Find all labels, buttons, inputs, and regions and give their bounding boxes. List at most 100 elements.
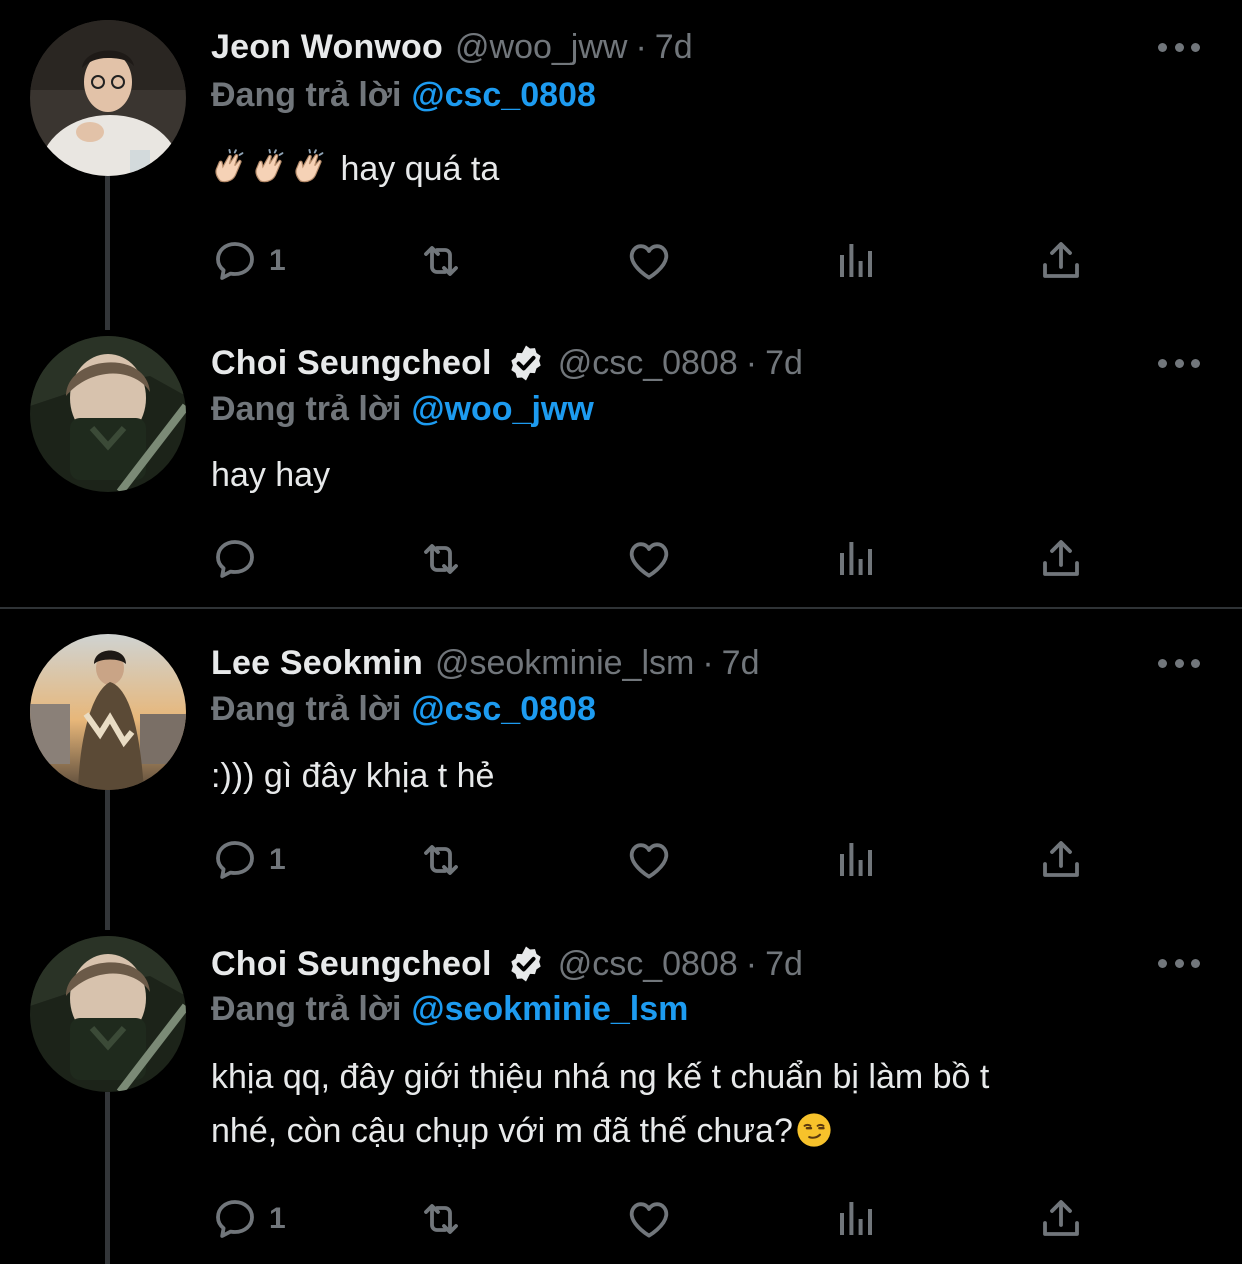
action-bar: 1 (211, 835, 1091, 885)
like-button[interactable] (625, 534, 673, 584)
tweet-header: Choi Seungcheol @csc_0808 · 7d (211, 338, 803, 388)
display-name[interactable]: Choi Seungcheol (211, 945, 492, 984)
like-button[interactable] (625, 835, 673, 885)
replying-to: Đang trả lời @csc_0808 (211, 690, 596, 729)
more-options-icon[interactable] (1158, 356, 1200, 370)
tweet-text: :))) gì đây khịa t hẻ (211, 751, 1171, 801)
user-handle[interactable]: @csc_0808 (558, 344, 738, 383)
display-name[interactable]: Lee Seokmin (211, 644, 423, 683)
verified-badge-icon (506, 944, 546, 984)
timestamp[interactable]: 7d (655, 28, 693, 67)
share-button[interactable] (1037, 534, 1085, 584)
avatar-seungcheol (30, 336, 186, 492)
separator: · (635, 27, 647, 66)
tweet-2[interactable]: Choi Seungcheol @csc_0808 · 7d Đang trả … (0, 330, 1242, 608)
views-icon (832, 237, 880, 285)
tweet-4[interactable]: Choi Seungcheol @csc_0808 · 7d Đang trả … (0, 930, 1242, 1264)
tweet-text: khịa qq, đây giới thiệu nhá ng kế t chuẩ… (211, 1050, 1171, 1158)
views-icon (832, 836, 880, 884)
heart-icon (625, 535, 673, 583)
replying-to: Đang trả lời @seokminie_lsm (211, 990, 688, 1029)
retweet-icon (417, 535, 465, 583)
tweet-1[interactable]: Jeon Wonwoo @woo_jww · 7d Đang trả lời @c… (0, 0, 1242, 330)
retweet-icon (417, 1195, 465, 1243)
retweet-button[interactable] (417, 534, 465, 584)
share-icon (1037, 1195, 1085, 1243)
separator: · (702, 643, 714, 682)
retweet-button[interactable] (417, 236, 465, 286)
views-button[interactable] (832, 236, 880, 286)
timestamp[interactable]: 7d (765, 344, 803, 383)
reply-count: 1 (269, 244, 286, 277)
retweet-button[interactable] (417, 835, 465, 885)
heart-icon (625, 836, 673, 884)
user-handle[interactable]: @woo_jww (455, 28, 627, 67)
more-options-icon[interactable] (1158, 656, 1200, 670)
share-button[interactable] (1037, 236, 1085, 286)
timestamp[interactable]: 7d (722, 644, 760, 683)
avatar-seokmin (30, 634, 186, 790)
separator: · (745, 944, 758, 983)
tweet-text: hay hay (211, 450, 1171, 500)
avatar[interactable] (30, 634, 186, 790)
display-name[interactable]: Choi Seungcheol (211, 344, 492, 383)
retweet-icon (417, 237, 465, 285)
share-button[interactable] (1037, 1194, 1085, 1244)
reply-icon (211, 836, 259, 884)
like-button[interactable] (625, 1194, 673, 1244)
tweet-3[interactable]: Lee Seokmin @seokminie_lsm · 7d Đang trả… (0, 610, 1242, 930)
reply-count: 1 (269, 1202, 286, 1235)
verified-badge-icon (506, 343, 546, 383)
action-bar: 1 (211, 236, 1091, 286)
more-options-icon[interactable] (1158, 40, 1200, 54)
more-options-icon[interactable] (1158, 956, 1200, 970)
reply-button[interactable]: 1 (211, 835, 286, 885)
views-button[interactable] (832, 1194, 880, 1244)
tweet-text-line-1: khịa qq, đây giới thiệu nhá ng kế t chuẩ… (211, 1058, 990, 1096)
avatar-wonwoo (30, 20, 186, 176)
thread-line (105, 176, 110, 330)
heart-icon (625, 1195, 673, 1243)
share-button[interactable] (1037, 835, 1085, 885)
thread-divider (0, 607, 1242, 609)
reply-button[interactable]: 1 (211, 1194, 286, 1244)
replying-to: Đang trả lời @woo_jww (211, 390, 594, 429)
like-button[interactable] (625, 236, 673, 286)
clapping-hands-icon (291, 149, 329, 187)
reply-icon (211, 237, 259, 285)
share-icon (1037, 535, 1085, 583)
tweet-header: Jeon Wonwoo @woo_jww · 7d (211, 22, 693, 72)
user-handle[interactable]: @csc_0808 (558, 945, 738, 984)
user-handle[interactable]: @seokminie_lsm (435, 644, 694, 683)
avatar-seungcheol (30, 936, 186, 1092)
replying-to-handle[interactable]: @csc_0808 (411, 690, 595, 728)
replying-to-label: Đang trả lời (211, 690, 402, 728)
avatar[interactable] (30, 936, 186, 1092)
tweet-text-line-2: nhé, còn cậu chụp với m đã thế chưa? (211, 1112, 793, 1150)
tweet-text: hay quá ta (211, 144, 1171, 194)
views-button[interactable] (832, 534, 880, 584)
replying-to-handle[interactable]: @woo_jww (411, 390, 593, 428)
avatar[interactable] (30, 20, 186, 176)
reply-button[interactable] (211, 534, 269, 584)
views-button[interactable] (832, 835, 880, 885)
reply-button[interactable]: 1 (211, 236, 286, 286)
replying-to-label: Đang trả lời (211, 990, 402, 1028)
replying-to-handle[interactable]: @seokminie_lsm (411, 990, 688, 1028)
thread-line (105, 1092, 110, 1264)
reply-count: 1 (269, 843, 286, 876)
retweet-button[interactable] (417, 1194, 465, 1244)
clapping-hands-icon (251, 149, 289, 187)
views-icon (832, 535, 880, 583)
share-icon (1037, 237, 1085, 285)
timestamp[interactable]: 7d (765, 945, 803, 984)
clapping-hands-icon (211, 149, 249, 187)
replying-to-handle[interactable]: @csc_0808 (411, 76, 595, 114)
retweet-icon (417, 836, 465, 884)
tweet-header: Lee Seokmin @seokminie_lsm · 7d (211, 638, 759, 688)
display-name[interactable]: Jeon Wonwoo (211, 28, 443, 67)
tweet-text-body: hay hay (211, 456, 331, 494)
replying-to-label: Đang trả lời (211, 390, 402, 428)
avatar[interactable] (30, 336, 186, 492)
heart-icon (625, 237, 673, 285)
